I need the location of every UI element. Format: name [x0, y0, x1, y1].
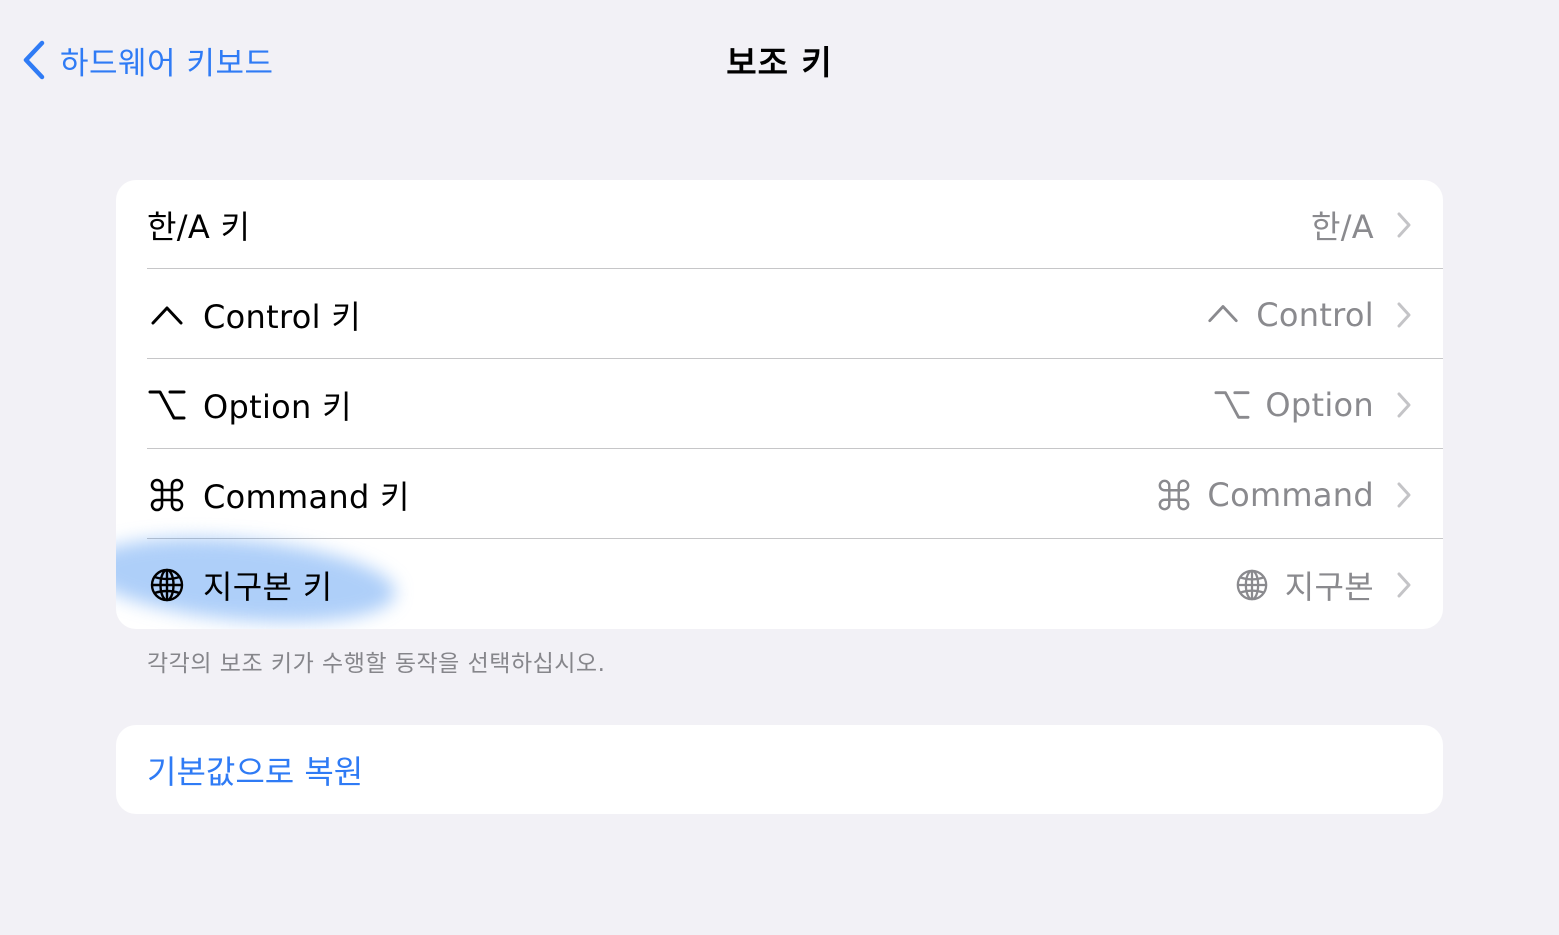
chevron-right-icon [1397, 302, 1411, 327]
chevron-right-icon [1397, 392, 1411, 417]
row-value: Control [1256, 295, 1374, 334]
option-key-icon [1213, 386, 1251, 424]
row-globe-key[interactable]: 지구본 키 지구본 [116, 540, 1443, 629]
row-hangul-key[interactable]: 한/A 키 한/A [116, 180, 1443, 269]
row-control-key[interactable]: Control 키 Control [116, 270, 1443, 359]
row-label: Option 키 [203, 387, 352, 426]
restore-defaults-button[interactable]: 기본값으로 복원 [147, 725, 363, 814]
chevron-right-icon [1397, 482, 1411, 507]
row-value: Command [1207, 475, 1374, 514]
row-value: 한/A [1310, 207, 1374, 246]
reset-group: 기본값으로 복원 [116, 725, 1443, 814]
navigation-bar: 하드웨어 키보드 보조 키 [0, 0, 1559, 115]
globe-icon [1233, 566, 1271, 604]
row-label: Control 키 [203, 297, 361, 336]
chevron-right-icon [1397, 212, 1411, 237]
row-label: Command 키 [203, 477, 410, 516]
row-value: Option [1265, 385, 1374, 424]
command-key-icon [147, 475, 187, 515]
control-caret-icon [1204, 296, 1242, 334]
row-label: 지구본 키 [203, 567, 333, 606]
row-command-key[interactable]: Command 키 Command [116, 450, 1443, 539]
chevron-right-icon [1397, 572, 1411, 597]
row-separator [147, 268, 1443, 269]
option-key-icon [147, 385, 187, 425]
row-separator [147, 358, 1443, 359]
page-title: 보조 키 [726, 43, 833, 82]
modifier-keys-list: 한/A 키 한/A Control 키 Control Option 키 Opt… [116, 180, 1443, 629]
command-key-icon [1155, 476, 1193, 514]
row-separator [147, 448, 1443, 449]
row-value: 지구본 [1284, 567, 1374, 606]
section-footer: 각각의 보조 키가 수행할 동작을 선택하십시오. [147, 651, 606, 677]
row-option-key[interactable]: Option 키 Option [116, 360, 1443, 449]
globe-icon [147, 565, 187, 605]
row-separator [147, 538, 1443, 539]
control-caret-icon [147, 295, 187, 335]
row-label: 한/A 키 [147, 207, 251, 246]
